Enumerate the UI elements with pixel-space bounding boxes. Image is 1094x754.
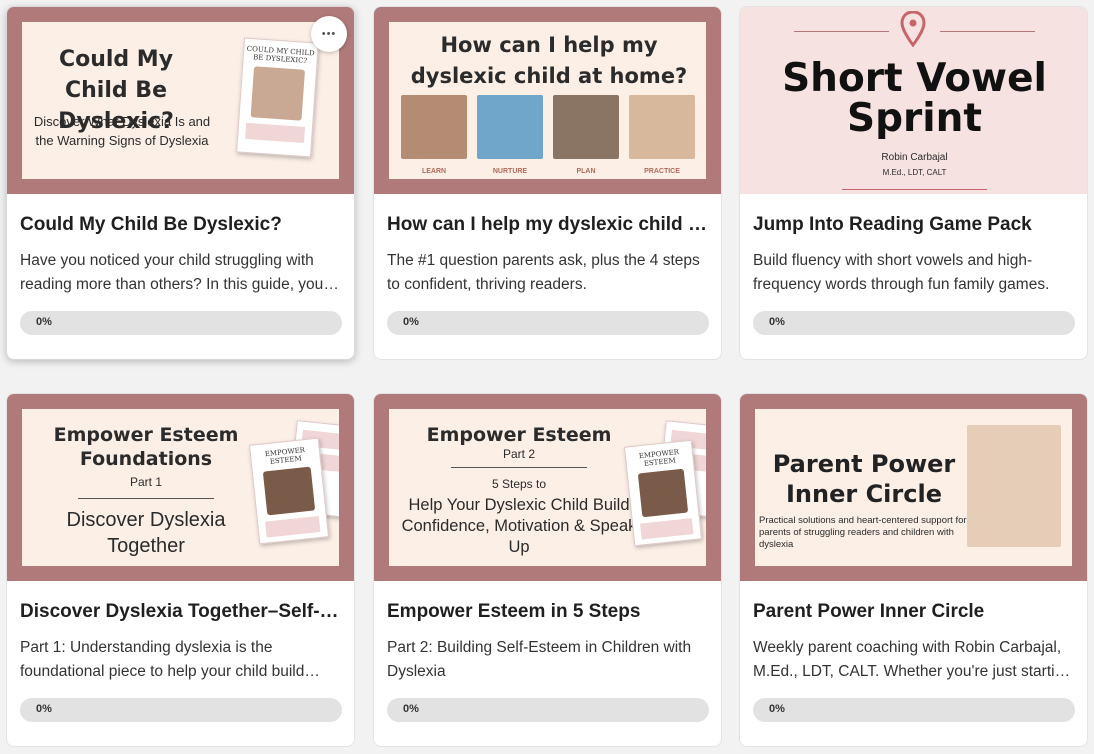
course-title[interactable]: Discover Dyslexia Together–Self-Paced Co… [20, 601, 342, 623]
author-credentials: M.Ed., LDT, CALT [882, 168, 947, 177]
course-title[interactable]: Parent Power Inner Circle [753, 601, 1075, 623]
course-thumbnail[interactable]: Empower Esteem Part 2 5 Steps to Help Yo… [374, 394, 721, 581]
ebook-cover-image: COULD MY CHILD BE DYSLEXIC? [236, 37, 319, 158]
ebook-cover-image: EMPOWER ESTEEM [248, 437, 330, 545]
progress-bar: 0% [20, 698, 342, 722]
course-description: Part 1: Understanding dyslexia is the fo… [20, 639, 305, 680]
course-description: Weekly parent coaching with Robin Carbaj… [753, 639, 1072, 680]
course-thumbnail[interactable]: How can I help my dyslexic child at home… [374, 7, 721, 194]
learn-photo [401, 95, 467, 159]
parent-child-photo [967, 425, 1061, 547]
divider [78, 498, 214, 499]
progress-label: 0% [36, 703, 52, 715]
nurture-label: NURTURE [492, 168, 528, 175]
practice-photo [629, 95, 695, 159]
progress-bar: 0% [753, 311, 1075, 335]
thumbnail-heading: Parent Power Inner Circle [772, 450, 956, 508]
thumbnail-part: Part 2 [502, 447, 535, 461]
divider [451, 467, 587, 468]
divider [842, 189, 987, 190]
thumbnail-heading: How can I help my dyslexic child at home… [410, 33, 688, 88]
course-title[interactable]: Empower Esteem in 5 Steps [387, 601, 709, 623]
course-description: Build fluency with short vowels and high… [753, 252, 1050, 293]
thumbnail-heading: Short Vowel Sprint [782, 56, 1047, 141]
more-options-button[interactable]: ••• [311, 16, 347, 52]
progress-bar: 0% [20, 311, 342, 335]
practice-label: PRACTICE [644, 168, 680, 175]
ebook-cover-image: EMPOWER ESTEEM [623, 439, 703, 547]
plan-label: PLAN [576, 168, 596, 175]
course-title[interactable]: How can I help my dyslexic child at home… [387, 214, 709, 236]
map-pin-icon [900, 11, 926, 47]
thumbnail-part: Part 1 [129, 475, 162, 489]
thumbnail-subtitle: Practical solutions and heart-centered s… [759, 515, 967, 550]
progress-label: 0% [403, 703, 419, 715]
progress-label: 0% [403, 316, 419, 328]
course-thumbnail[interactable]: Short Vowel Sprint Robin Carbajal M.Ed.,… [740, 7, 1087, 194]
thumbnail-heading: Empower Esteem Foundations [53, 424, 239, 470]
course-thumbnail[interactable]: Empower Esteem Foundations Part 1 Discov… [7, 394, 354, 581]
thumbnail-subtitle: Discover Dyslexia Together [66, 509, 226, 557]
learn-label: LEARN [421, 168, 447, 175]
course-description: Part 2: Building Self-Esteem in Children… [387, 639, 692, 680]
progress-label: 0% [769, 703, 785, 715]
divider [794, 31, 889, 32]
more-horizontal-icon: ••• [321, 28, 337, 40]
progress-label: 0% [769, 316, 785, 328]
course-thumbnail[interactable]: Could My Child Be Dyslexic? Discover Wha… [7, 7, 354, 194]
author-name: Robin Carbajal [881, 152, 948, 163]
course-card[interactable]: Parent Power Inner Circle Practical solu… [739, 393, 1088, 747]
progress-bar: 0% [387, 311, 709, 335]
course-thumbnail[interactable]: Parent Power Inner Circle Practical solu… [740, 394, 1087, 581]
course-card[interactable]: Empower Esteem Part 2 5 Steps to Help Yo… [373, 393, 722, 747]
course-description: The #1 question parents ask, plus the 4 … [387, 252, 700, 293]
thumbnail-subtitle: Discover What Dyslexia Is and the Warnin… [33, 114, 211, 148]
thumbnail-steps: 5 Steps to [491, 477, 547, 491]
thumbnail-heading: Empower Esteem [426, 424, 612, 446]
progress-bar: 0% [753, 698, 1075, 722]
progress-bar: 0% [387, 698, 709, 722]
nurture-photo [477, 95, 543, 159]
course-description: Have you noticed your child struggling w… [20, 252, 324, 293]
course-card[interactable]: Empower Esteem Foundations Part 1 Discov… [6, 393, 355, 747]
plan-photo [553, 95, 619, 159]
course-card[interactable]: How can I help my dyslexic child at home… [373, 6, 722, 360]
thumbnail-subtitle: Help Your Dyslexic Child Build Confidenc… [401, 496, 637, 556]
progress-label: 0% [36, 316, 52, 328]
course-title[interactable]: Could My Child Be Dyslexic? [20, 214, 342, 236]
course-card[interactable]: Short Vowel Sprint Robin Carbajal M.Ed.,… [739, 6, 1088, 360]
divider [940, 31, 1035, 32]
course-title[interactable]: Jump Into Reading Game Pack [753, 214, 1075, 236]
course-card[interactable]: Could My Child Be Dyslexic? Discover Wha… [6, 6, 355, 360]
